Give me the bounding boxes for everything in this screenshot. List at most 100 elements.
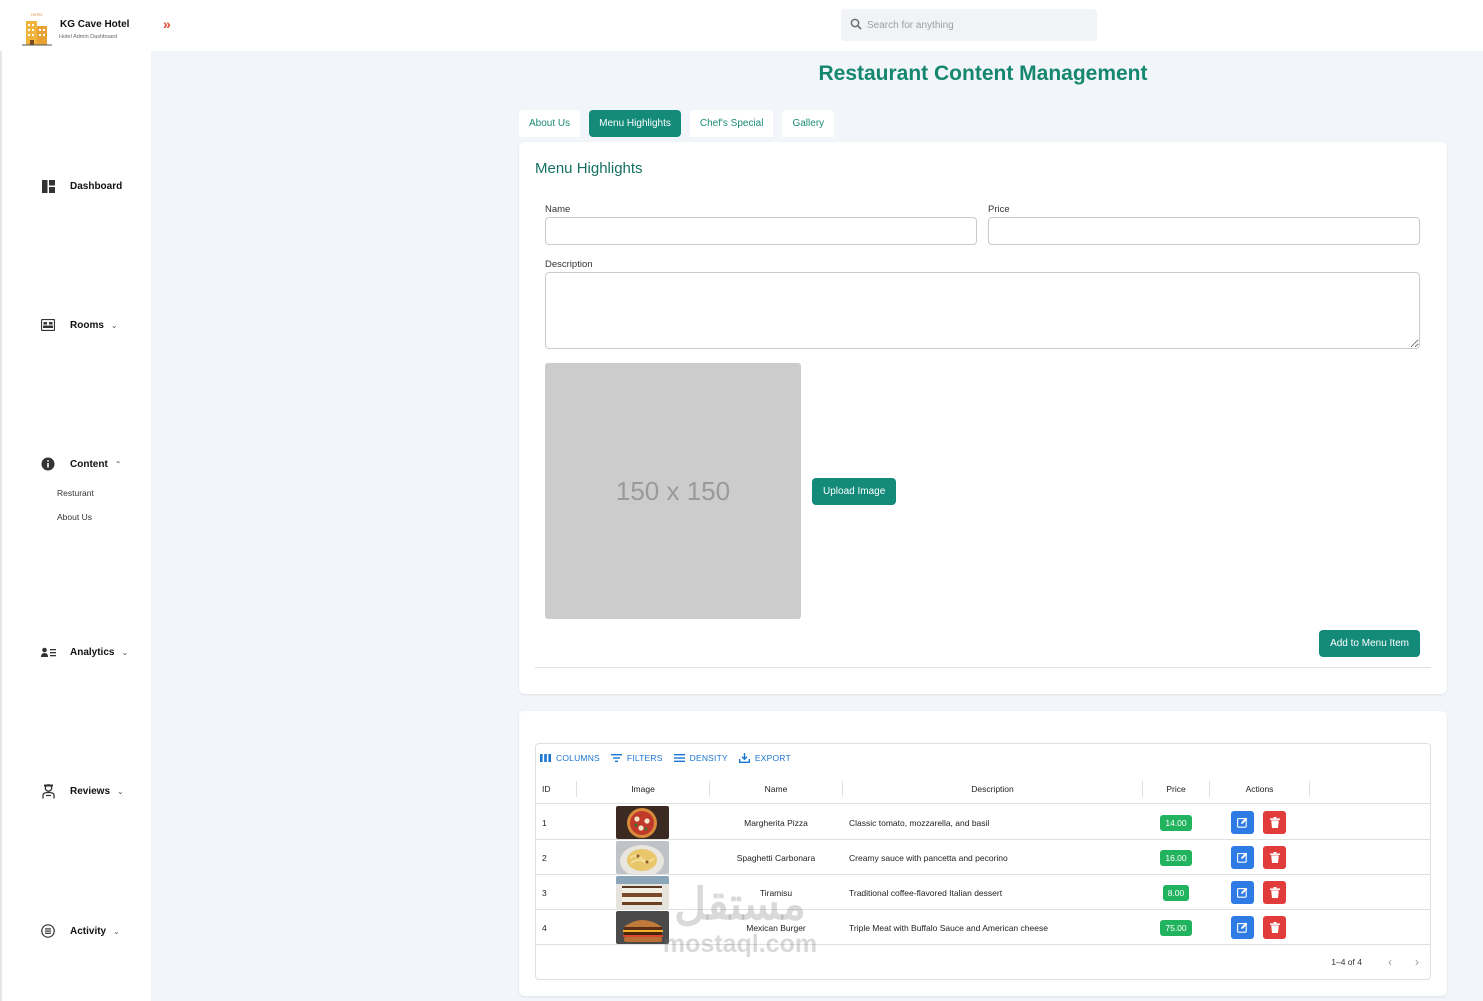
previous-page-chevron-icon[interactable]: ‹ (1388, 955, 1392, 969)
price-label: Price (988, 204, 1010, 215)
chevron-up-icon: ⌃ (114, 459, 122, 469)
brand-title: KG Cave Hotel (60, 19, 130, 30)
table-row[interactable]: 4 Mexican Burger Triple Meat with Buffal… (536, 910, 1430, 945)
name-label: Name (545, 204, 571, 215)
row-price: 14.00 (1143, 805, 1209, 840)
row-id: 3 (542, 887, 547, 898)
columns-icon (540, 754, 551, 762)
person-icon (40, 783, 56, 799)
sidebar-item-reviews[interactable]: Reviews ⌄ (40, 783, 124, 799)
sidebar-item-analytics[interactable]: Analytics ⌄ (40, 644, 128, 660)
tab-menu-highlights[interactable]: Menu Highlights (589, 110, 681, 137)
density-button[interactable]: DENSITY (673, 751, 728, 765)
tab-chefs-special[interactable]: Chef's Special (689, 110, 774, 137)
table-row[interactable]: 3 Tiramisu Traditional coffee-flavored I… (536, 875, 1430, 910)
table-row[interactable]: 2 Spaghetti Carbonara Creamy sauce with … (536, 840, 1430, 875)
edit-icon (1237, 922, 1248, 933)
next-page-chevron-icon[interactable]: › (1415, 955, 1419, 969)
row-name: Spaghetti Carbonara (736, 852, 816, 863)
chevron-down-icon: ⌄ (121, 647, 129, 657)
price-input[interactable] (988, 217, 1420, 245)
col-header-id[interactable]: ID (542, 774, 551, 804)
row-actions (1231, 875, 1286, 910)
upload-image-button[interactable]: Upload Image (812, 478, 897, 505)
sidebar-item-label: Dashboard (70, 180, 123, 192)
description-textarea[interactable] (545, 272, 1420, 349)
table-row[interactable]: 1 Margherita Pizza Classic tomato, mozza… (536, 805, 1430, 840)
delete-button[interactable] (1263, 881, 1286, 904)
search-icon (850, 18, 862, 30)
sidebar-item-label: Rooms (70, 319, 104, 331)
sidebar-item-rooms[interactable]: Rooms ⌄ (40, 317, 118, 333)
columns-label: COLUMNS (556, 753, 600, 763)
add-menu-item-button[interactable]: Add to Menu Item (1319, 630, 1420, 657)
menu-form-card: Menu Highlights Name Price Description 1… (519, 142, 1447, 694)
tab-about-us[interactable]: About Us (519, 110, 581, 137)
logo-label: HOTEL (31, 13, 43, 17)
row-id: 4 (542, 922, 547, 933)
edit-button[interactable] (1231, 881, 1254, 904)
delete-button[interactable] (1263, 846, 1286, 869)
filter-icon (610, 754, 622, 762)
edit-icon (1237, 817, 1248, 828)
sidebar-item-label: Reviews (70, 785, 111, 797)
price-badge: 8.00 (1162, 884, 1190, 901)
row-actions (1231, 840, 1286, 875)
pizza-thumbnail (616, 806, 669, 839)
sidebar-item-content[interactable]: Content ⌃ (40, 456, 121, 472)
col-header-description[interactable]: Description (843, 774, 1142, 804)
edit-button[interactable] (1231, 811, 1254, 834)
page-title: Restaurant Content Management (818, 62, 1148, 85)
chevron-down-icon: ⌄ (117, 786, 124, 796)
grid-toolbar: COLUMNS FILTERS DENSITY EXPORT (540, 751, 802, 765)
row-price: 75.00 (1143, 910, 1209, 945)
chevron-down-icon: ⌄ (110, 320, 118, 330)
col-header-actions[interactable]: Actions (1210, 774, 1309, 804)
row-image (616, 875, 669, 910)
name-input[interactable] (545, 217, 977, 245)
filters-button[interactable]: FILTERS (610, 751, 663, 765)
expand-sidebar-chevrons-icon[interactable]: » (163, 16, 171, 32)
col-header-image[interactable]: Image (577, 774, 709, 804)
chevron-down-icon: ⌄ (113, 926, 120, 936)
tab-gallery[interactable]: Gallery (782, 110, 835, 137)
delete-button[interactable] (1263, 811, 1286, 834)
grid-header: ID Image Name Description Price Actions (536, 774, 1430, 804)
sidebar-item-dashboard[interactable]: Dashboard (40, 178, 122, 194)
sidebar-item-label: Activity (70, 925, 107, 937)
edit-icon (1237, 887, 1248, 898)
columns-button[interactable]: COLUMNS (540, 751, 600, 765)
image-preview-placeholder: 150 x 150 (545, 363, 801, 619)
content-tabs: About Us Menu Highlights Chef's Special … (519, 110, 843, 137)
col-header-name[interactable]: Name (710, 774, 842, 804)
trash-icon (1269, 852, 1280, 863)
density-icon (673, 754, 685, 762)
edit-button[interactable] (1231, 846, 1254, 869)
row-description: Traditional coffee-flavored Italian dess… (849, 887, 1003, 898)
row-description: Creamy sauce with pancetta and pecorino (849, 852, 1008, 863)
row-actions (1231, 910, 1286, 945)
info-icon (40, 456, 56, 472)
row-image (616, 840, 669, 875)
sidebar-subitem-restaurant[interactable]: Resturant (57, 488, 94, 498)
export-button[interactable]: EXPORT (738, 751, 791, 765)
trash-icon (1269, 817, 1280, 828)
export-label: EXPORT (754, 753, 791, 763)
row-description: Classic tomato, mozzarella, and basil (849, 817, 990, 828)
row-price: 8.00 (1143, 875, 1209, 910)
divider (535, 667, 1431, 668)
sidebar: Dashboard Rooms ⌄ Content ⌃ Resturant Ab… (0, 51, 151, 1001)
row-actions (1231, 805, 1286, 840)
col-header-price[interactable]: Price (1143, 774, 1209, 804)
sidebar-item-activity[interactable]: Activity ⌄ (40, 923, 120, 939)
delete-button[interactable] (1263, 916, 1286, 939)
edit-button[interactable] (1231, 916, 1254, 939)
sidebar-subitem-about-us[interactable]: About Us (57, 512, 92, 522)
row-image (616, 910, 669, 945)
row-price: 16.00 (1143, 840, 1209, 875)
row-name: Mexican Burger (746, 922, 806, 933)
pagination-count: 1–4 of 4 (1331, 957, 1362, 967)
menu-data-grid: COLUMNS FILTERS DENSITY EXPORT ID Image … (535, 743, 1431, 980)
column-separator[interactable] (1309, 781, 1310, 797)
search-input[interactable] (867, 15, 1087, 35)
